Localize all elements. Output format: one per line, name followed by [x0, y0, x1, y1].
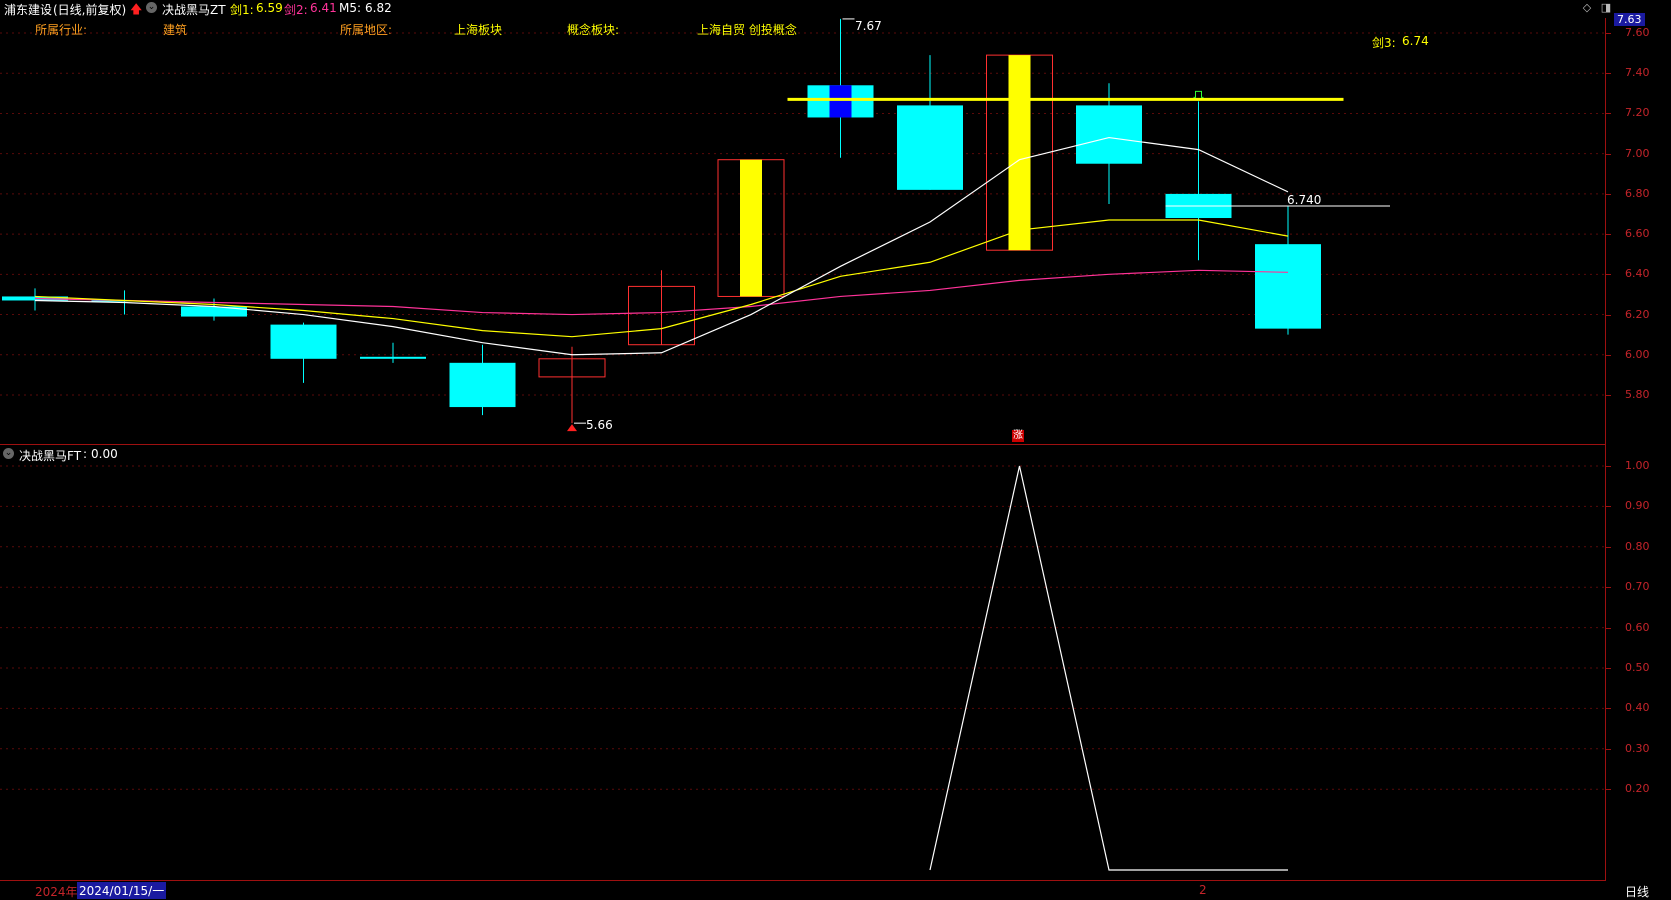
signal-marker-icon: [1193, 90, 1204, 98]
period-button[interactable]: 日线: [1625, 883, 1649, 900]
jian3-label: 剑3:: [1372, 36, 1396, 50]
last-price-label: 6.740: [1287, 193, 1322, 207]
candle-body-down: [449, 362, 516, 408]
jian3-value: 6.74: [1402, 34, 1429, 48]
candlestick-chart[interactable]: [0, 0, 1671, 898]
high-marker-label: 7.67: [855, 19, 882, 33]
signal-bar-yellow: [740, 159, 762, 297]
ft-line: [929, 465, 1288, 871]
candle-body-down: [1255, 244, 1321, 329]
signal-bar-blue: [829, 85, 852, 118]
signal-bar-yellow: [1008, 55, 1031, 251]
low-marker-triangle: [567, 424, 577, 432]
candle-body-down: [897, 105, 963, 190]
footer-year: 2024年: [35, 885, 78, 899]
footer-date: 2024/01/15/一: [77, 882, 167, 899]
candle-body-down: [1076, 105, 1142, 164]
candle-body-down: [270, 324, 337, 359]
candle-body-down: [360, 356, 426, 359]
up-badge: 涨: [1012, 430, 1024, 442]
footer-mid-marker: 2: [1199, 883, 1207, 897]
low-marker-label: 5.66: [586, 418, 613, 432]
